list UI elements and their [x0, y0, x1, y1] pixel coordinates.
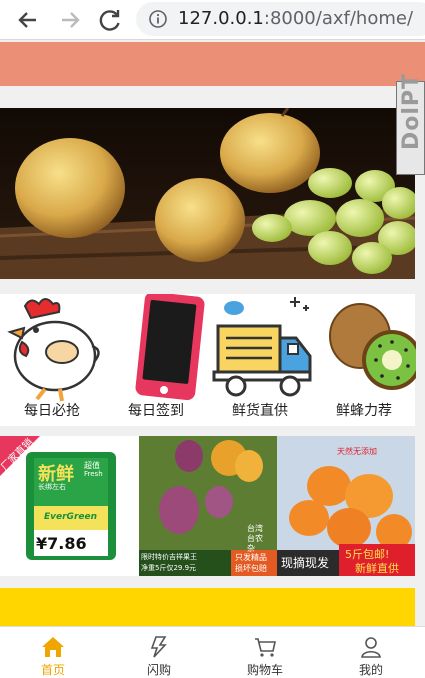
card-brand: EverGreen: [44, 512, 97, 522]
banner-small3: 只发精品: [235, 553, 267, 562]
card-price: ¥7.86: [36, 534, 87, 553]
card-sub3: 长绑左右: [38, 483, 66, 491]
promo-card-left[interactable]: 厂家直销 新鲜 超值 Fresh 长绑左右 EverGreen ¥7.86 新鲜…: [0, 436, 135, 576]
cart-icon: [255, 638, 276, 657]
info-icon[interactable]: [148, 9, 168, 29]
banner-right2: 新鲜直供: [355, 562, 399, 575]
hero-banner[interactable]: [0, 108, 415, 279]
chicken-icon: [7, 298, 100, 402]
tab-home[interactable]: 首页: [0, 627, 106, 677]
promo-section: 厂家直销 新鲜 超值 Fresh 长绑左右 EverGreen ¥7.86 新鲜…: [0, 436, 415, 576]
bottom-tab-bar: 首页 闪购 购物车 我的: [0, 626, 425, 677]
menu-label: 鲜蜂力荐: [336, 403, 392, 419]
promo-banner-right[interactable]: 台湾 台农杂 天然无添加 限时特价吉祥果王 净重5斤仅29.9元 只发精品 损坏…: [139, 436, 415, 576]
home-icon: [42, 637, 64, 657]
back-arrow-icon: [18, 12, 36, 28]
url-host: 127.0.0.1: [178, 8, 264, 29]
menu-item-fresh-supply[interactable]: 鲜货直供: [208, 294, 312, 426]
menu-label: 每日签到: [128, 403, 184, 419]
tab-flash-sale[interactable]: 闪购: [106, 627, 212, 677]
truck-icon: [212, 297, 312, 397]
url-text[interactable]: 127.0.0.1:8000/axf/home/: [178, 8, 413, 29]
quick-menu: 每日必抢 每日签到 鲜货直供 鲜蜂力荐: [0, 291, 422, 426]
phone-icon: [135, 291, 205, 401]
banner-tag: 台湾 台农杂: [247, 524, 263, 553]
menu-label: 每日必抢: [24, 403, 80, 419]
top-header-band: [0, 42, 425, 86]
kiwi-icon: [329, 303, 422, 390]
card-sub2: Fresh: [84, 470, 103, 478]
banner-small1: 限时特价吉祥果王: [141, 553, 197, 561]
banner-corner: 天然无添加: [337, 447, 377, 456]
menu-item-daily-checkin[interactable]: 每日签到: [104, 291, 208, 426]
menu-item-recommended[interactable]: 鲜蜂力荐: [312, 294, 422, 426]
back-button[interactable]: [14, 6, 42, 34]
page-content: DolPT 每日必抢 每日签到 鲜货直供 鲜蜂力荐 厂家直销 新鲜 超值 Fre…: [0, 40, 425, 670]
forward-button[interactable]: [56, 6, 84, 34]
user-icon: [361, 637, 381, 658]
floating-badge: DolPT: [396, 73, 425, 175]
floating-badge-text: DolPT: [399, 72, 424, 150]
menu-item-daily-deals[interactable]: 每日必抢: [0, 294, 104, 426]
tab-mine[interactable]: 我的: [318, 627, 424, 677]
banner-small4: 损坏包赔: [235, 564, 267, 573]
yellow-section-band: [0, 588, 415, 628]
pears-grapes-image: [0, 108, 415, 279]
tab-cart[interactable]: 购物车: [212, 627, 318, 677]
card-footer: 新鲜 十分 精选: [36, 562, 76, 569]
banner-mid: 现摘现发: [281, 556, 330, 570]
flash-icon: [150, 636, 167, 658]
url-path: :8000/axf/home/: [263, 8, 414, 29]
browser-toolbar: 127.0.0.1:8000/axf/home/: [0, 0, 425, 40]
reload-icon: [99, 10, 120, 31]
banner-small2: 净重5斤仅29.9元: [141, 564, 197, 572]
menu-label: 鲜货直供: [232, 403, 288, 419]
forward-arrow-icon: [62, 12, 80, 28]
reload-button[interactable]: [96, 6, 124, 34]
